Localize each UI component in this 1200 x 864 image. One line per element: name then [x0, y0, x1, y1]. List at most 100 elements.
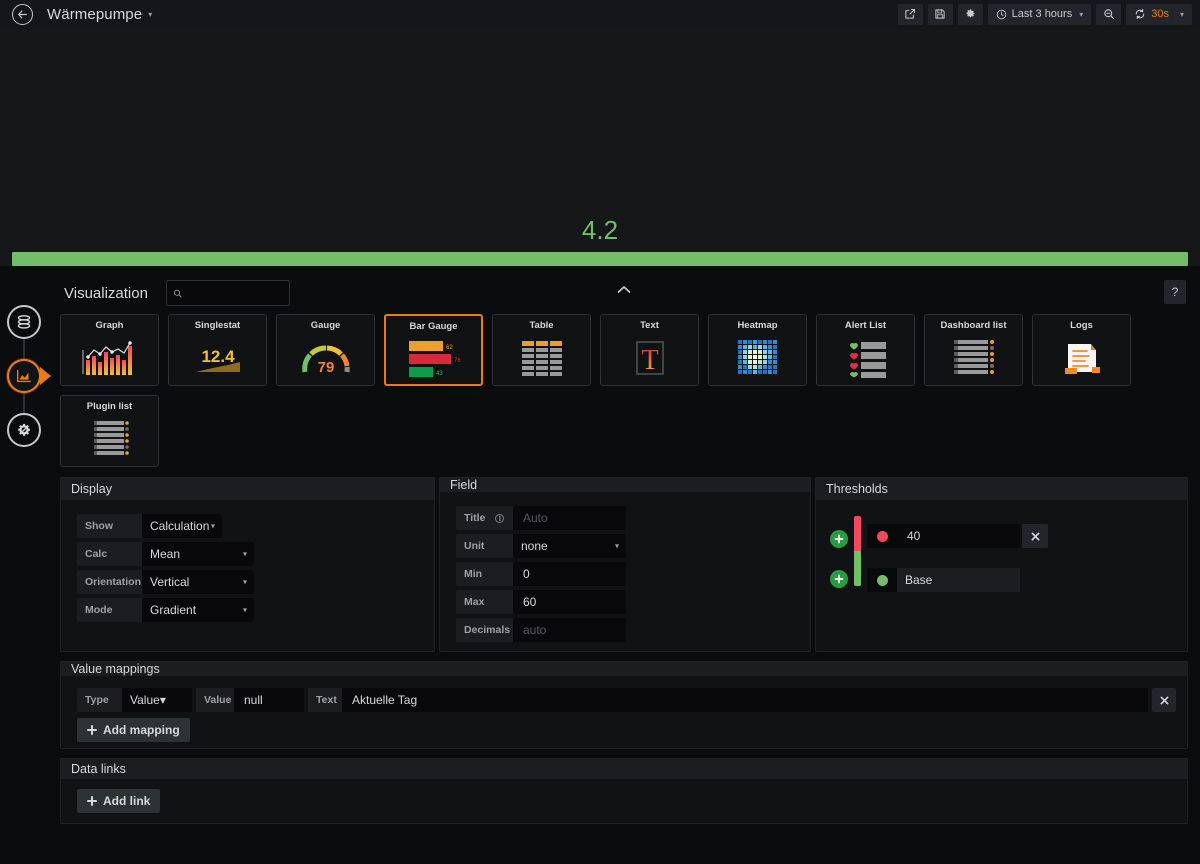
- tab-visualization[interactable]: [7, 359, 41, 393]
- field-unit-label: Unit: [456, 534, 513, 558]
- refresh-interval-label: 30s: [1151, 8, 1169, 20]
- display-mode-select[interactable]: Gradient ▾: [142, 598, 254, 622]
- viz-tile-alert-list[interactable]: Alert List: [816, 314, 915, 386]
- viz-tile-label: Gauge: [311, 320, 341, 331]
- display-show-label: Show: [77, 514, 142, 538]
- threshold-value-input-wrap[interactable]: [897, 524, 1020, 548]
- add-threshold-button-bottom[interactable]: [830, 570, 848, 588]
- field-title-label: Title i: [456, 506, 513, 530]
- remove-threshold-button[interactable]: [1022, 524, 1048, 548]
- arrow-left-icon: [17, 9, 28, 20]
- field-title-label-text: Title: [464, 512, 485, 524]
- value-mapping-value-input-wrap[interactable]: [234, 688, 304, 712]
- value-mappings-body: Type Value ▾ Value Text: [61, 676, 1187, 752]
- dashboard-title-caret[interactable]: ▾: [148, 10, 152, 19]
- navbar-actions: Last 3 hours ▾ 30s ▾: [898, 4, 1192, 25]
- viz-tile-bar-gauge[interactable]: Bar Gauge 62 76 43: [384, 314, 483, 386]
- field-max-label: Max: [456, 590, 513, 614]
- svg-text:62: 62: [446, 345, 453, 351]
- viz-tile-singlestat[interactable]: Singlestat 12.4: [168, 314, 267, 386]
- thresholds-add-gutter: [826, 516, 852, 592]
- threshold-value-input[interactable]: [905, 528, 1012, 544]
- gear-icon: [964, 8, 976, 20]
- viz-tile-plugin-list[interactable]: Plugin list: [60, 395, 159, 467]
- field-title-input-wrap[interactable]: [513, 506, 626, 530]
- viz-tile-label: Logs: [1070, 320, 1093, 331]
- refresh-icon: [1134, 8, 1146, 20]
- viz-tile-heatmap[interactable]: Heatmap: [708, 314, 807, 386]
- field-min-label: Min: [456, 562, 513, 586]
- search-minus-icon: [1103, 8, 1115, 20]
- remove-value-mapping-button[interactable]: [1152, 688, 1176, 712]
- field-min-input-wrap[interactable]: [513, 562, 626, 586]
- bar-gauge-panel[interactable]: 4.2: [0, 28, 1200, 266]
- viz-tile-table[interactable]: Table: [492, 314, 591, 386]
- display-mode-label: Mode: [77, 598, 142, 622]
- dashboard-settings-button[interactable]: [958, 4, 983, 25]
- viz-tile-label: Table: [529, 320, 553, 331]
- viz-tile-label: Plugin list: [87, 401, 132, 412]
- table-icon: [519, 331, 565, 385]
- share-button[interactable]: [898, 4, 923, 25]
- field-unit-value: none: [521, 539, 548, 553]
- help-button[interactable]: ?: [1164, 280, 1186, 304]
- zoom-out-time-button[interactable]: [1096, 4, 1121, 25]
- viz-tile-label: Heatmap: [737, 320, 777, 331]
- value-mapping-row: Type Value ▾ Value Text: [77, 688, 1177, 712]
- viz-tile-logs[interactable]: Logs: [1032, 314, 1131, 386]
- field-unit-select[interactable]: none ▾: [513, 534, 626, 558]
- field-decimals-input[interactable]: [521, 622, 618, 638]
- time-range-caret: ▾: [1079, 10, 1083, 19]
- value-mapping-text-input[interactable]: [350, 692, 1140, 708]
- editor-tabs: [6, 305, 42, 447]
- tab-queries[interactable]: [7, 305, 41, 339]
- time-range-picker[interactable]: Last 3 hours ▾: [988, 4, 1092, 25]
- field-max-input[interactable]: [521, 594, 618, 610]
- add-threshold-button-top[interactable]: [830, 530, 848, 548]
- visualization-collapse-toggle[interactable]: [617, 285, 631, 294]
- viz-tile-graph[interactable]: Graph: [60, 314, 159, 386]
- threshold-base-color-picker[interactable]: [867, 568, 897, 592]
- visualization-search-input[interactable]: [188, 285, 283, 301]
- field-min-input[interactable]: [521, 566, 618, 582]
- save-dashboard-button[interactable]: [928, 4, 953, 25]
- field-decimals-input-wrap[interactable]: [513, 618, 626, 642]
- field-max-input-wrap[interactable]: [513, 590, 626, 614]
- viz-tile-label: Dashboard list: [941, 320, 1007, 331]
- value-mapping-value-input[interactable]: [242, 692, 296, 708]
- visualization-search[interactable]: [166, 280, 290, 306]
- display-section: Display Show Calculation ▾ Calc Mean ▾: [60, 477, 435, 652]
- field-title-input[interactable]: [521, 510, 618, 526]
- threshold-step-row: [867, 524, 1171, 548]
- value-mapping-type-select[interactable]: Value ▾: [122, 688, 192, 712]
- viz-tile-label: Text: [640, 320, 659, 331]
- threshold-color-picker[interactable]: [867, 524, 897, 548]
- refresh-picker[interactable]: 30s ▾: [1126, 4, 1192, 25]
- display-orientation-label: Orientation: [77, 570, 142, 594]
- add-link-label: Add link: [103, 794, 150, 808]
- add-mapping-button[interactable]: Add mapping: [77, 718, 190, 742]
- value-mapping-text-input-wrap[interactable]: [342, 688, 1148, 712]
- field-unit-row: Unit none ▾: [456, 534, 794, 558]
- tab-panel-settings[interactable]: [7, 413, 41, 447]
- visualization-picker-header: Visualization ?: [60, 276, 1188, 310]
- viz-tile-gauge[interactable]: Gauge 79: [276, 314, 375, 386]
- field-section-title: Field: [440, 478, 810, 492]
- display-show-select[interactable]: Calculation ▾: [142, 514, 222, 538]
- data-links-title: Data links: [61, 759, 1187, 779]
- add-mapping-label: Add mapping: [103, 723, 180, 737]
- display-calc-select[interactable]: Mean ▾: [142, 542, 254, 566]
- thresholds-section-body: Base: [816, 500, 1187, 651]
- threshold-step-list: Base: [867, 516, 1171, 592]
- info-icon[interactable]: i: [495, 514, 504, 523]
- viz-tile-text[interactable]: Text T: [600, 314, 699, 386]
- dashboard-title[interactable]: Wärmepumpe: [47, 6, 142, 23]
- add-link-button[interactable]: Add link: [77, 789, 160, 813]
- viz-tile-dashboard-list[interactable]: Dashboard list: [924, 314, 1023, 386]
- alert-list-icon: [842, 331, 890, 385]
- svg-text:T: T: [641, 345, 658, 376]
- data-links-body: Add link: [61, 779, 1187, 823]
- display-orientation-select[interactable]: Vertical ▾: [142, 570, 254, 594]
- gear-wrench-icon: [15, 421, 33, 439]
- back-button[interactable]: [12, 4, 33, 25]
